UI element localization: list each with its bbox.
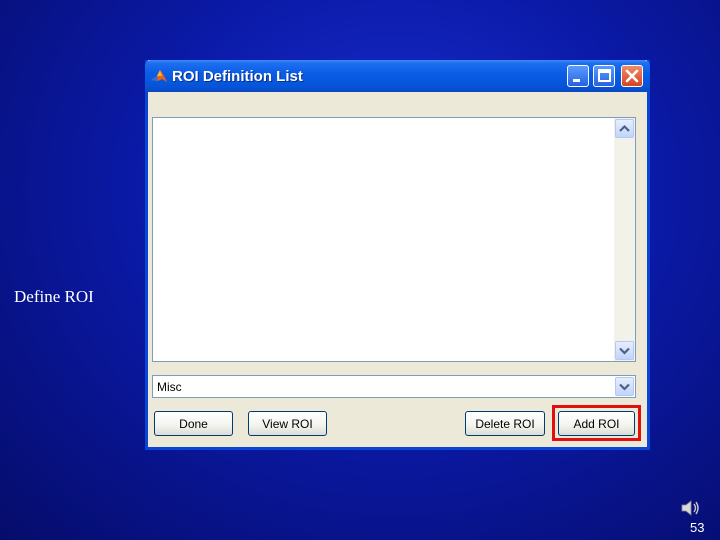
chevron-down-icon	[619, 347, 630, 355]
minimize-button[interactable]	[567, 65, 589, 87]
slide-label: Define ROI	[14, 287, 94, 306]
list-scrollbar[interactable]	[614, 118, 635, 361]
window-client-area: Misc Done View ROI Delete ROI Add ROI	[148, 92, 647, 447]
delete-roi-button[interactable]: Delete ROI	[465, 411, 545, 436]
window-title: ROI Definition List	[172, 68, 303, 85]
speaker-icon[interactable]	[680, 498, 702, 518]
roi-listbox[interactable]	[152, 117, 636, 362]
done-button[interactable]: Done	[154, 411, 233, 436]
page-number: 53	[690, 520, 705, 535]
view-roi-button[interactable]: View ROI	[248, 411, 327, 436]
minimize-icon	[573, 79, 580, 82]
scroll-up-button[interactable]	[615, 119, 634, 138]
maximize-button[interactable]	[593, 65, 615, 87]
title-bar[interactable]: ROI Definition List	[145, 60, 650, 92]
chevron-up-icon	[619, 124, 630, 132]
maximize-icon	[598, 69, 611, 82]
close-button[interactable]	[621, 65, 643, 87]
chevron-down-icon	[619, 383, 630, 391]
roi-definition-window: ROI Definition List Misc Done View ROI D…	[145, 60, 650, 450]
matlab-logo-icon	[150, 67, 168, 85]
roi-type-dropdown[interactable]: Misc	[152, 375, 636, 398]
dropdown-arrow-button[interactable]	[615, 377, 634, 396]
dropdown-selected-value: Misc	[157, 380, 182, 394]
add-roi-button[interactable]: Add ROI	[558, 411, 635, 436]
close-icon	[625, 69, 639, 83]
scroll-down-button[interactable]	[615, 341, 634, 360]
